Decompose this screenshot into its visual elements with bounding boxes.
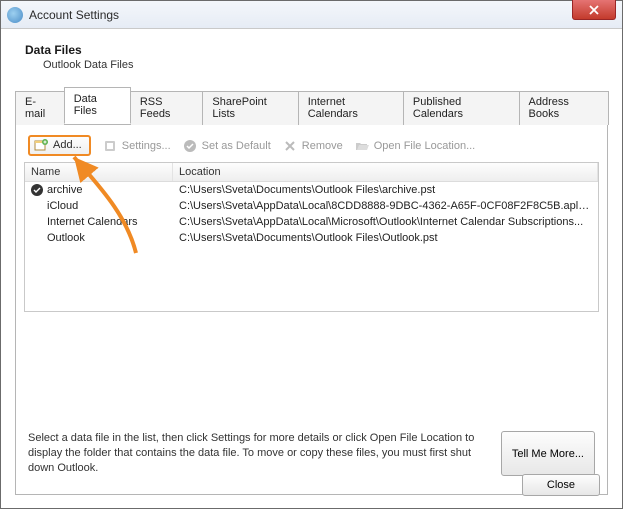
cell-location: C:\Users\Sveta\AppData\Local\Microsoft\O… — [173, 214, 598, 230]
footer: Close — [522, 474, 600, 496]
row-name-text: iCloud — [47, 200, 78, 212]
app-icon — [7, 7, 23, 23]
list-rows: archive C:\Users\Sveta\Documents\Outlook … — [25, 182, 598, 246]
set-default-button[interactable]: Set as Default — [183, 139, 271, 153]
folder-open-icon — [355, 139, 369, 153]
settings-icon — [103, 139, 117, 153]
table-row[interactable]: Outlook C:\Users\Sveta\Documents\Outlook … — [25, 230, 598, 246]
cell-location: C:\Users\Sveta\Documents\Outlook Files\O… — [173, 230, 598, 246]
toolbar: Add... Settings... Set as Default — [24, 133, 599, 162]
column-header-name[interactable]: Name — [25, 163, 173, 181]
check-circle-icon — [183, 139, 197, 153]
tab-strip: E-mail Data Files RSS Feeds SharePoint L… — [15, 87, 608, 125]
open-file-location-button[interactable]: Open File Location... — [355, 139, 476, 153]
tell-me-more-button[interactable]: Tell Me More... — [501, 431, 595, 476]
tab-data-files[interactable]: Data Files — [64, 87, 131, 124]
cell-name: Outlook — [25, 230, 173, 246]
cell-location: C:\Users\Sveta\Documents\Outlook Files\a… — [173, 182, 598, 198]
tab-email[interactable]: E-mail — [15, 91, 65, 125]
cell-name: iCloud — [25, 198, 173, 214]
close-icon — [589, 5, 599, 15]
tab-container: E-mail Data Files RSS Feeds SharePoint L… — [15, 87, 608, 495]
helper-row: Select a data file in the list, then cli… — [24, 421, 599, 480]
add-button[interactable]: Add... — [28, 135, 91, 156]
cell-name: Internet Calendars — [25, 214, 173, 230]
row-name-text: Outlook — [47, 232, 85, 244]
add-icon — [34, 138, 48, 152]
tab-panel-data-files: Add... Settings... Set as Default — [15, 125, 608, 495]
cell-name: archive — [25, 182, 173, 198]
set-default-label: Set as Default — [202, 140, 271, 152]
content-area: Data Files Outlook Data Files E-mail Dat… — [1, 29, 622, 508]
row-name-text: Internet Calendars — [47, 216, 138, 228]
account-settings-window: Account Settings Data Files Outlook Data… — [0, 0, 623, 509]
remove-button[interactable]: Remove — [283, 139, 343, 153]
table-row[interactable]: Internet Calendars C:\Users\Sveta\AppData… — [25, 214, 598, 230]
page-title: Data Files — [25, 43, 598, 57]
tab-rss-feeds[interactable]: RSS Feeds — [130, 91, 204, 125]
close-button[interactable]: Close — [522, 474, 600, 496]
add-label: Add... — [53, 139, 82, 151]
table-row[interactable]: archive C:\Users\Sveta\Documents\Outlook … — [25, 182, 598, 198]
open-file-location-label: Open File Location... — [374, 140, 476, 152]
default-check-icon — [31, 184, 43, 196]
tab-address-books[interactable]: Address Books — [519, 91, 609, 125]
window-title: Account Settings — [29, 8, 119, 22]
remove-icon — [283, 139, 297, 153]
header-block: Data Files Outlook Data Files — [1, 29, 622, 87]
column-header-location[interactable]: Location — [173, 163, 598, 181]
data-files-list[interactable]: Name Location archive C:\Users\Sveta\Docu… — [24, 162, 599, 312]
tab-published-calendars[interactable]: Published Calendars — [403, 91, 520, 125]
cell-location: C:\Users\Sveta\AppData\Local\8CDD8888-9D… — [173, 198, 598, 214]
window-close-button[interactable] — [572, 0, 616, 20]
list-header: Name Location — [25, 163, 598, 182]
tab-sharepoint-lists[interactable]: SharePoint Lists — [202, 91, 298, 125]
page-subtitle: Outlook Data Files — [43, 59, 598, 71]
settings-label: Settings... — [122, 140, 171, 152]
tab-internet-calendars[interactable]: Internet Calendars — [298, 91, 404, 125]
row-name-text: archive — [47, 184, 82, 196]
titlebar: Account Settings — [1, 1, 622, 29]
helper-text: Select a data file in the list, then cli… — [28, 431, 491, 476]
table-row[interactable]: iCloud C:\Users\Sveta\AppData\Local\8CDD8… — [25, 198, 598, 214]
remove-label: Remove — [302, 140, 343, 152]
settings-button[interactable]: Settings... — [103, 139, 171, 153]
